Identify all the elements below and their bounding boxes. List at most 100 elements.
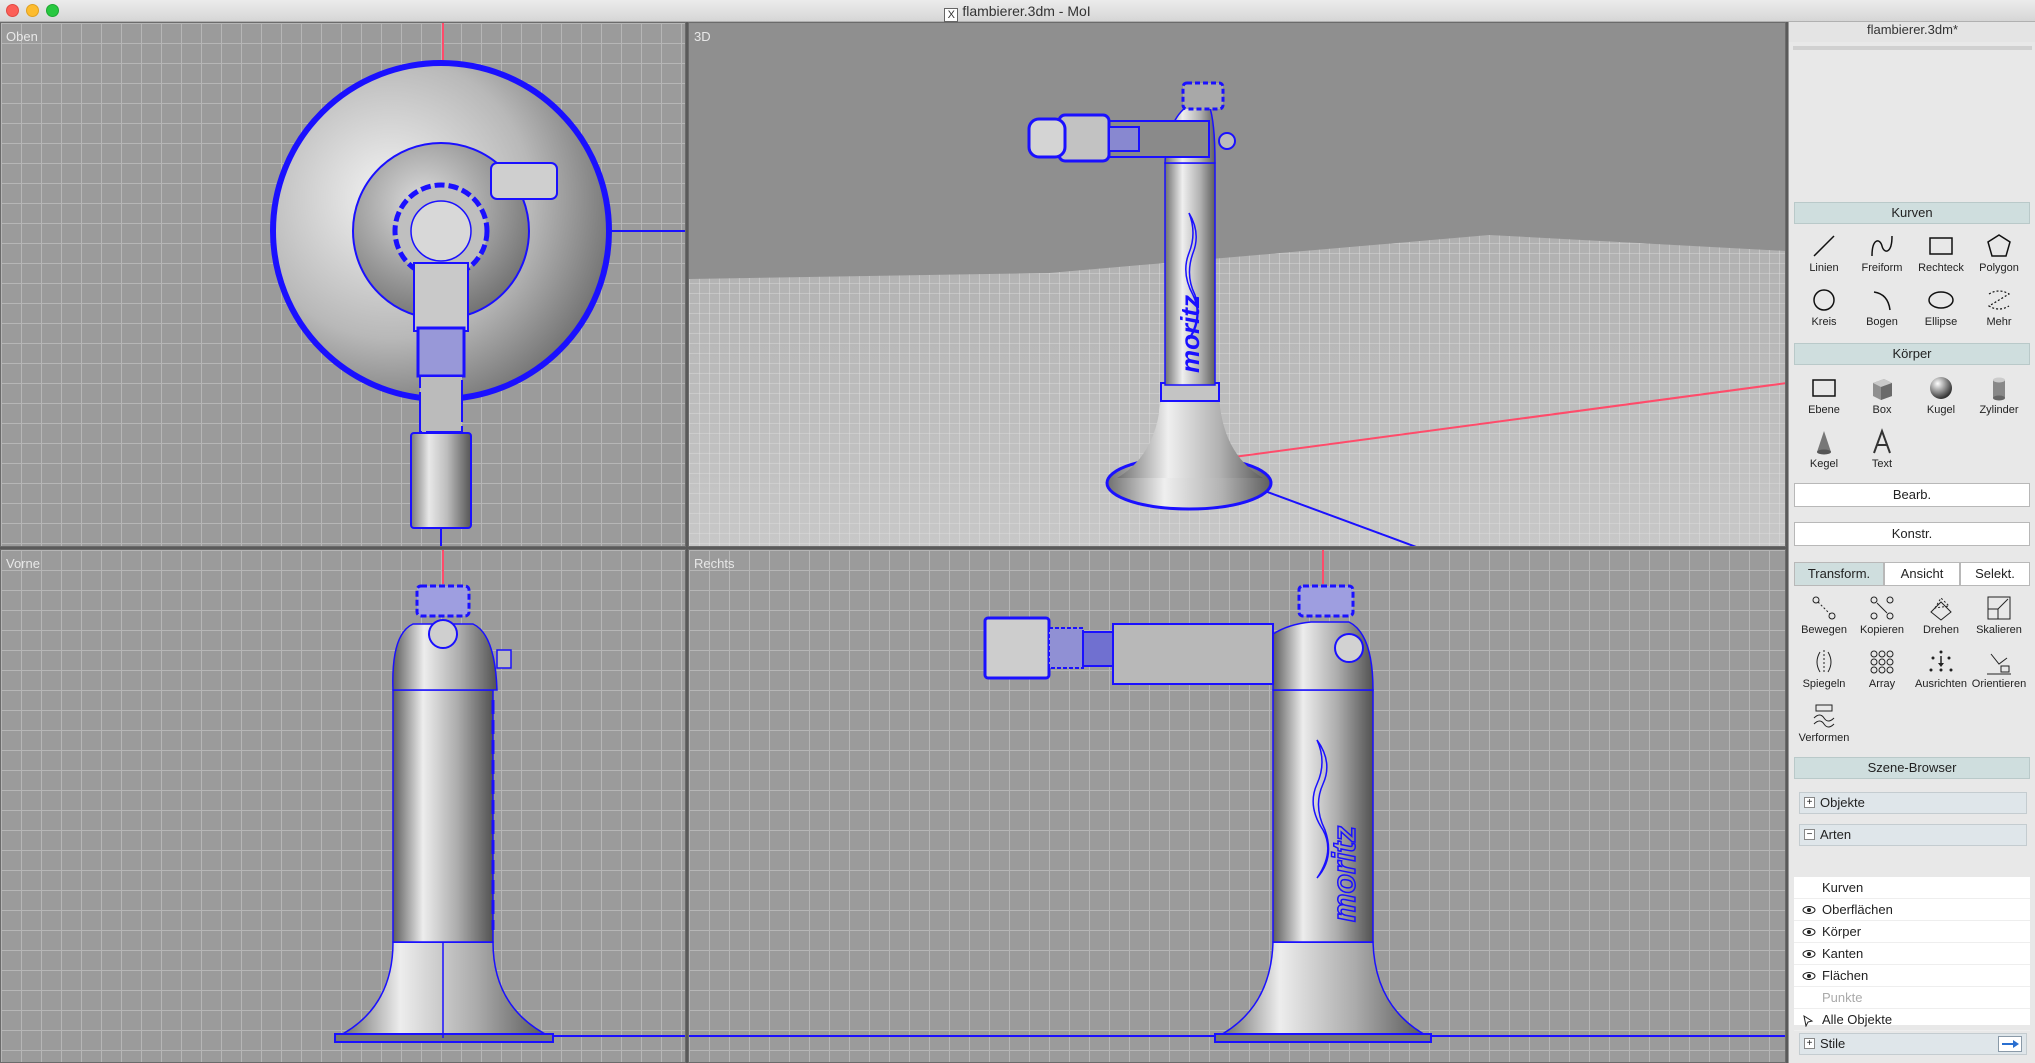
tool-array[interactable]: Array	[1853, 644, 1911, 696]
pointer-icon	[1803, 1015, 1814, 1027]
type-edges[interactable]: Kanten	[1794, 943, 2030, 965]
section-solids-header[interactable]: Körper	[1794, 343, 2030, 365]
construct-button[interactable]: Konstr.	[1794, 522, 2030, 546]
nozzle-thread	[419, 375, 463, 433]
tool-circle[interactable]: Kreis	[1795, 282, 1853, 334]
section-curves-header[interactable]: Kurven	[1794, 202, 2030, 224]
tool-more[interactable]: Mehr	[1970, 282, 2028, 334]
cone-icon	[1817, 431, 1831, 455]
moi-app-window: Xflambierer.3dm - MoI Oben moritz 3D Vor…	[0, 0, 2035, 1063]
tool-deform[interactable]: Verformen	[1795, 698, 1853, 750]
copy-icon	[1870, 596, 1894, 620]
type-surfaces[interactable]: Oberflächen	[1794, 899, 2030, 921]
sphere-icon	[1930, 377, 1952, 399]
side-screw	[1218, 132, 1236, 150]
type-points[interactable]: Punkte	[1794, 987, 2030, 1009]
type-label: Oberflächen	[1822, 902, 1893, 917]
top-valve-knob	[1181, 81, 1225, 111]
tab-transform[interactable]: Transform.	[1794, 562, 1884, 586]
tree-styles[interactable]: + Stile	[1799, 1033, 2027, 1055]
tool-sphere[interactable]: Kugel	[1912, 370, 1970, 422]
tool-rectangle[interactable]: Rechteck	[1912, 228, 1970, 280]
viewport-label-right: Rechts	[694, 556, 735, 571]
tool-label: Verformen	[1798, 732, 1850, 744]
valve-inner	[410, 200, 472, 262]
arc-icon	[1873, 291, 1891, 311]
collapse-minus-icon[interactable]: −	[1804, 829, 1815, 840]
rotate-icon	[1930, 597, 1952, 621]
eye-icon[interactable]	[1802, 949, 1816, 959]
front-body	[392, 689, 494, 943]
tool-label: Rechteck	[1918, 262, 1964, 274]
tool-box[interactable]: Box	[1853, 370, 1911, 422]
expand-plus-icon[interactable]: +	[1804, 797, 1815, 808]
brand-text-3d: moritz	[1175, 295, 1205, 373]
type-curves[interactable]: Kurven	[1794, 877, 2030, 899]
type-all-objects[interactable]: Alle Objekte	[1794, 1009, 2030, 1031]
tool-label: Zylinder	[1979, 404, 2019, 416]
viewport-3d[interactable]: moritz 3D	[688, 22, 1786, 547]
tool-cylinder[interactable]: Zylinder	[1970, 370, 2028, 422]
line-icon	[1813, 235, 1835, 257]
eye-icon[interactable]	[1802, 971, 1816, 981]
tree-types[interactable]: − Arten	[1799, 824, 2027, 846]
eye-icon[interactable]	[1802, 905, 1816, 915]
tool-cone[interactable]: Kegel	[1795, 424, 1853, 476]
viewport-top[interactable]: Oben	[0, 22, 686, 547]
type-solids[interactable]: Körper	[1794, 921, 2030, 943]
right-nozzle-thread	[1048, 627, 1084, 669]
cylinder-icon	[1993, 377, 2005, 401]
circle-icon	[1813, 289, 1835, 311]
styles-edit-button[interactable]	[1998, 1036, 2022, 1052]
edit-button[interactable]: Bearb.	[1794, 483, 2030, 507]
command-panel: flambierer.3dm* Kurven Linien Freiform R…	[1788, 22, 2035, 1063]
tool-arc[interactable]: Bogen	[1853, 282, 1911, 334]
arrow-right-icon	[2002, 1040, 2019, 1048]
tool-move[interactable]: Bewegen	[1795, 590, 1853, 642]
tool-text[interactable]: Text	[1853, 424, 1911, 476]
tab-view[interactable]: Ansicht	[1884, 562, 1960, 586]
tool-lines[interactable]: Linien	[1795, 228, 1853, 280]
right-torch-head	[1112, 623, 1274, 685]
tool-label: Text	[1871, 458, 1893, 470]
tool-freeform[interactable]: Freiform	[1853, 228, 1911, 280]
window-title-text: flambierer.3dm - MoI	[962, 3, 1091, 19]
tool-label: Linien	[1809, 262, 1839, 274]
viewport-label-3d: 3D	[694, 29, 711, 44]
tool-copy[interactable]: Kopieren	[1853, 590, 1911, 642]
eye-icon[interactable]	[1802, 927, 1816, 937]
tool-label: Orientieren	[1971, 678, 2027, 690]
brand-text-right: moritz	[1326, 826, 1362, 922]
tree-styles-label: Stile	[1820, 1036, 1846, 1051]
tool-label: Ellipse	[1924, 316, 1958, 328]
tool-scale[interactable]: Skalieren	[1970, 590, 2028, 642]
tool-ellipse[interactable]: Ellipse	[1912, 282, 1970, 334]
type-faces[interactable]: Flächen	[1794, 965, 2030, 987]
align-icon	[1929, 650, 1953, 672]
front-side-stub	[496, 649, 512, 669]
nozzle-tip	[1027, 117, 1067, 159]
type-label: Kurven	[1822, 880, 1864, 895]
type-label: Körper	[1822, 924, 1862, 939]
orient-icon	[1987, 653, 2011, 675]
tool-polygon[interactable]: Polygon	[1970, 228, 2028, 280]
viewport-front[interactable]: Vorne	[0, 549, 686, 1063]
freeform-icon	[1871, 235, 1893, 257]
tool-label: Drehen	[1922, 624, 1960, 636]
tool-mirror[interactable]: Spiegeln	[1795, 644, 1853, 696]
title-bar: Xflambierer.3dm - MoI	[0, 0, 2035, 22]
tree-objects[interactable]: + Objekte	[1799, 792, 2027, 814]
tool-align[interactable]: Ausrichten	[1912, 644, 1970, 696]
tool-rotate[interactable]: Drehen	[1912, 590, 1970, 642]
tab-select[interactable]: Selekt.	[1960, 562, 2030, 586]
tool-orient[interactable]: Orientieren	[1970, 644, 2028, 696]
nozzle-ring	[416, 326, 466, 378]
expand-plus-icon[interactable]: +	[1804, 1038, 1815, 1049]
scene-browser-header[interactable]: Szene-Browser	[1794, 757, 2030, 779]
tool-label: Spiegeln	[1802, 678, 1846, 690]
viewport-right[interactable]: moritz Rechts	[688, 549, 1786, 1063]
tool-plane[interactable]: Ebene	[1795, 370, 1853, 422]
window-title: Xflambierer.3dm - MoI	[0, 3, 2035, 22]
right-nozzle-joint	[1082, 631, 1114, 667]
type-label: Punkte	[1822, 990, 1863, 1005]
